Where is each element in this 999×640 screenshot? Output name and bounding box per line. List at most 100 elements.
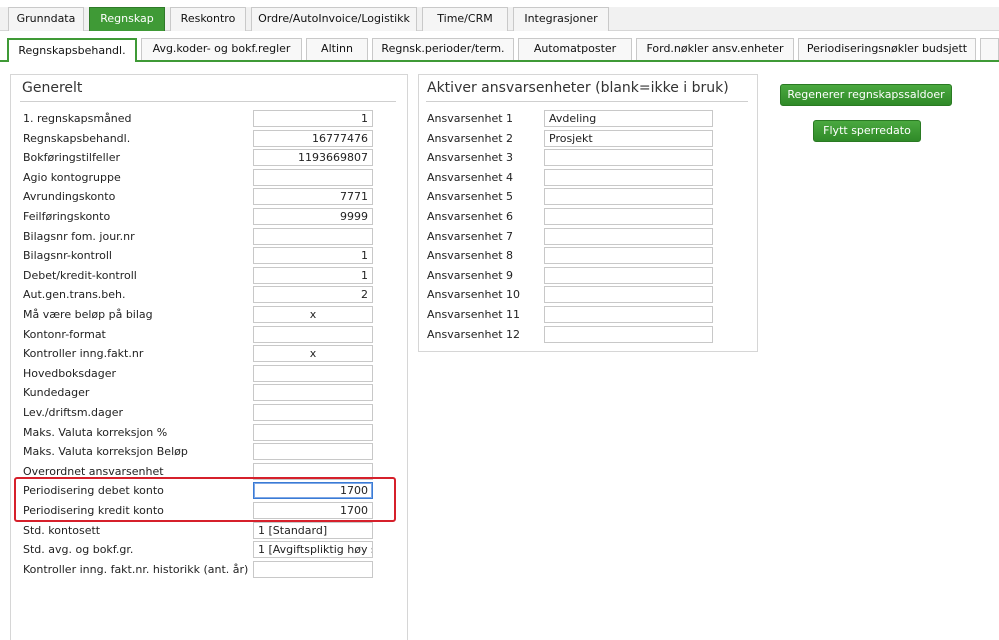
- generelt-row: 1. regnskapsmåned 1: [23, 110, 383, 128]
- main-tab-bar: Grunndata Regnskap Reskontro Ordre/AutoI…: [0, 7, 999, 31]
- tab-time-crm[interactable]: Time/CRM: [422, 7, 508, 31]
- generelt-row: Feilføringskonto 9999: [23, 208, 383, 226]
- field-label: Avrundingskonto: [23, 190, 116, 203]
- field-input[interactable]: [253, 424, 373, 441]
- ansvar-label: Ansvarsenhet 12: [427, 328, 521, 341]
- field-input[interactable]: x: [253, 306, 373, 323]
- ansvar-input[interactable]: [544, 286, 713, 303]
- field-label: Debet/kredit-kontroll: [23, 269, 137, 282]
- ansvar-row: Ansvarsenhet 12: [427, 326, 727, 344]
- ansvar-input[interactable]: [544, 228, 713, 245]
- generelt-row: Maks. Valuta korreksjon %: [23, 424, 383, 442]
- ansvar-label: Ansvarsenhet 10: [427, 288, 521, 301]
- generelt-row: Overordnet ansvarsenhet: [23, 463, 383, 481]
- ansvar-row: Ansvarsenhet 7: [427, 228, 727, 246]
- field-input[interactable]: [253, 443, 373, 460]
- ansvar-label: Ansvarsenhet 4: [427, 171, 514, 184]
- subtab-regnsk-perioder[interactable]: Regnsk.perioder/term.: [372, 38, 514, 60]
- tab-integrasjoner[interactable]: Integrasjoner: [513, 7, 609, 31]
- field-label: Må være beløp på bilag: [23, 308, 153, 321]
- field-input[interactable]: 1: [253, 267, 373, 284]
- field-input[interactable]: [253, 365, 373, 382]
- field-input[interactable]: [253, 228, 373, 245]
- ansvar-input[interactable]: [544, 208, 713, 225]
- tab-reskontro[interactable]: Reskontro: [170, 7, 246, 31]
- field-input[interactable]: 1: [253, 110, 373, 127]
- field-input[interactable]: 2: [253, 286, 373, 303]
- field-label: Std. avg. og bokf.gr.: [23, 543, 134, 556]
- generelt-row: Std. avg. og bokf.gr. 1 [Avgiftspliktig h…: [23, 541, 383, 559]
- ansvar-label: Ansvarsenhet 5: [427, 190, 514, 203]
- ansvar-row: Ansvarsenhet 10: [427, 286, 727, 304]
- generelt-row: Kontroller inng. fakt.nr. historikk (ant…: [23, 561, 383, 579]
- tab-regnskap[interactable]: Regnskap: [89, 7, 165, 31]
- tab-ordre[interactable]: Ordre/AutoInvoice/Logistikk: [251, 7, 417, 31]
- field-label: Periodisering kredit konto: [23, 504, 164, 517]
- field-input[interactable]: 1193669807: [253, 149, 373, 166]
- field-label: Agio kontogruppe: [23, 171, 121, 184]
- generelt-row: Lev./driftsm.dager: [23, 404, 383, 422]
- tab-grunndata[interactable]: Grunndata: [8, 7, 84, 31]
- ansvar-row: Ansvarsenhet 5: [427, 188, 727, 206]
- ansvar-input[interactable]: [544, 149, 713, 166]
- ansvar-input[interactable]: Avdeling: [544, 110, 713, 127]
- field-label: Hovedboksdager: [23, 367, 117, 380]
- ansvar-input[interactable]: [544, 306, 713, 323]
- field-label: Maks. Valuta korreksjon %: [23, 426, 168, 439]
- generelt-row: Periodisering kredit konto 1700: [23, 502, 383, 520]
- field-input[interactable]: 1 [Standard]: [253, 522, 373, 539]
- flytt-sperredato-button[interactable]: Flytt sperredato: [813, 120, 921, 142]
- generelt-divider: [20, 101, 396, 102]
- ansvar-row: Ansvarsenhet 11: [427, 306, 727, 324]
- sub-tab-bar: Regnskapsbehandl. Avg.koder- og bokf.reg…: [0, 38, 999, 62]
- subtab-periodiseringsnokler[interactable]: Periodiseringsnøkler budsjett: [798, 38, 976, 60]
- ansvar-row: Ansvarsenhet 3: [427, 149, 727, 167]
- field-label: Overordnet ansvarsenhet: [23, 465, 164, 478]
- ansvar-divider: [426, 101, 748, 102]
- ansvar-row: Ansvarsenhet 1 Avdeling: [427, 110, 727, 128]
- subtab-regnskapsbehandl[interactable]: Regnskapsbehandl.: [7, 38, 137, 62]
- field-input[interactable]: [253, 463, 373, 480]
- subtab-altinn[interactable]: Altinn: [306, 38, 368, 60]
- subtab-ford-nokler[interactable]: Ford.nøkler ansv.enheter: [636, 38, 794, 60]
- field-input[interactable]: 7771: [253, 188, 373, 205]
- generelt-row: Bilagsnr fom. jour.nr: [23, 228, 383, 246]
- field-input[interactable]: [253, 561, 373, 578]
- ansvar-input[interactable]: Prosjekt: [544, 130, 713, 147]
- field-label: Maks. Valuta korreksjon Beløp: [23, 445, 188, 458]
- ansvar-label: Ansvarsenhet 2: [427, 132, 514, 145]
- field-input[interactable]: 16777476: [253, 130, 373, 147]
- ansvar-row: Ansvarsenhet 6: [427, 208, 727, 226]
- field-input[interactable]: [253, 326, 373, 343]
- generelt-row: Kundedager: [23, 384, 383, 402]
- field-input[interactable]: 1700: [253, 482, 373, 499]
- ansvar-input[interactable]: [544, 169, 713, 186]
- field-input[interactable]: 1700: [253, 502, 373, 519]
- generelt-row: Må være beløp på bilag x: [23, 306, 383, 324]
- ansvar-input[interactable]: [544, 247, 713, 264]
- field-label: 1. regnskapsmåned: [23, 112, 132, 125]
- subtab-automatposter[interactable]: Automatposter: [518, 38, 632, 60]
- ansvar-input[interactable]: [544, 188, 713, 205]
- field-input[interactable]: 9999: [253, 208, 373, 225]
- ansvar-input[interactable]: [544, 326, 713, 343]
- generelt-row: Bokføringstilfeller 1193669807: [23, 149, 383, 167]
- subtab-avg-koder[interactable]: Avg.koder- og bokf.regler: [141, 38, 302, 60]
- field-input[interactable]: [253, 404, 373, 421]
- ansvar-input[interactable]: [544, 267, 713, 284]
- regenerer-button[interactable]: Regenerer regnskapssaldoer: [780, 84, 952, 106]
- field-label: Regnskapsbehandl.: [23, 132, 131, 145]
- field-input[interactable]: 1 [Avgiftspliktig høy sa: [253, 541, 373, 558]
- ansvar-label: Ansvarsenhet 11: [427, 308, 521, 321]
- field-input[interactable]: [253, 384, 373, 401]
- field-input[interactable]: x: [253, 345, 373, 362]
- generelt-row: Regnskapsbehandl. 16777476: [23, 130, 383, 148]
- field-input[interactable]: [253, 169, 373, 186]
- field-label: Bilagsnr fom. jour.nr: [23, 230, 135, 243]
- ansvar-label: Ansvarsenhet 3: [427, 151, 514, 164]
- subtab-overflow[interactable]: [980, 38, 999, 60]
- ansvar-row: Ansvarsenhet 9: [427, 267, 727, 285]
- ansvar-label: Ansvarsenhet 6: [427, 210, 514, 223]
- field-input[interactable]: 1: [253, 247, 373, 264]
- field-label: Bilagsnr-kontroll: [23, 249, 112, 262]
